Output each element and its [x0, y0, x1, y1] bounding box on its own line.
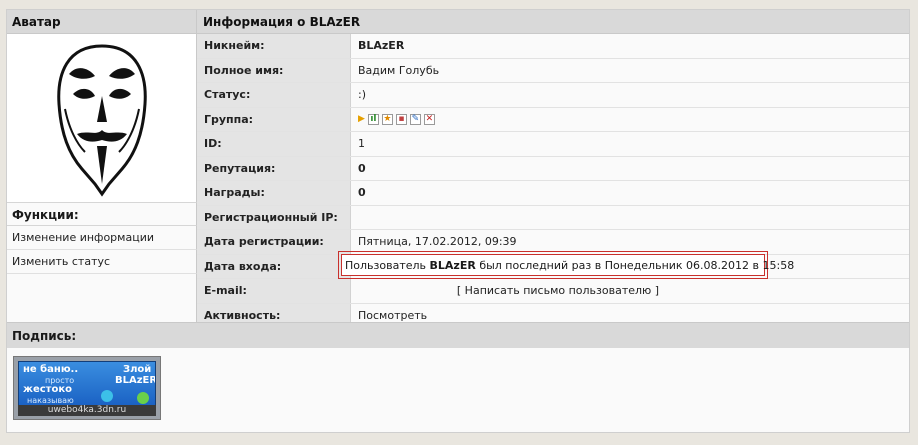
id-label: ID: [197, 132, 351, 156]
banner-line3: жестоко [23, 384, 72, 395]
guy-fawkes-mask-icon [57, 44, 147, 197]
signature-title: Подпись: [7, 322, 909, 348]
fullname-value: Вадим Голубь [351, 58, 909, 82]
status-label: Статус: [197, 83, 351, 107]
banner-right1: Злой [123, 364, 152, 375]
avatar [7, 34, 197, 202]
email-label: E-mail: [197, 279, 351, 303]
last-login-suffix: был последний раз в Понедельник 06.08.20… [479, 259, 795, 272]
globe-icon [101, 390, 113, 402]
group-doc-icon[interactable]: ▪ [395, 113, 407, 125]
last-login-highlight: Пользователь BLAzER был последний раз в … [338, 251, 794, 279]
banner-line1: не баню.. [23, 364, 79, 375]
reputation-label: Репутация: [197, 156, 351, 180]
row-email: E-mail: [ Написать письмо пользователю ] [197, 279, 909, 304]
awards-value: 0 [351, 181, 909, 205]
nickname-value: BLAzER [351, 34, 909, 58]
status-value: :) [351, 83, 909, 107]
group-label: Группа: [197, 107, 351, 131]
smiley-icon [137, 392, 149, 404]
row-id: ID: 1 [197, 132, 909, 157]
info-header: Информация о BLAzER [197, 10, 909, 34]
reg-ip-value [351, 205, 909, 229]
row-nickname: Никнейм: BLAzER [197, 34, 909, 59]
reg-date-value: Пятница, 17.02.2012, 09:39 [351, 230, 909, 254]
signature-banner: не баню.. просто жестоко наказываю Злой … [13, 356, 161, 420]
last-login-text: Пользователь BLAzER был последний раз в … [341, 254, 794, 276]
row-group: Группа: ▶ ıl ★ ▪ ✎ ✕ [197, 107, 909, 132]
row-fullname: Полное имя: Вадим Голубь [197, 58, 909, 83]
arrow-icon: ▶ [358, 114, 365, 125]
nickname-label: Никнейм: [197, 34, 351, 58]
group-star-icon[interactable]: ★ [381, 113, 393, 125]
last-login-prefix: Пользователь [345, 259, 427, 272]
login-date-label: Дата входа: [197, 254, 351, 278]
left-spacer [7, 274, 197, 322]
id-value: 1 [351, 132, 909, 156]
awards-label: Награды: [197, 181, 351, 205]
banner-footer: uwebo4ka.3dn.ru [18, 405, 156, 416]
reg-ip-label: Регистрационный IP: [197, 205, 351, 229]
banner-image: не баню.. просто жестоко наказываю Злой … [18, 361, 156, 406]
row-awards: Награды: 0 [197, 181, 909, 206]
banner-right2: BLAzER [115, 375, 156, 386]
avatar-header: Аватар [7, 10, 197, 34]
profile-panel: Аватар Информация о BLAzER Функции: Изме… [6, 9, 910, 433]
email-cell: [ Написать письмо пользователю ] [351, 279, 909, 303]
fullname-label: Полное имя: [197, 58, 351, 82]
reg-date-label: Дата регистрации: [197, 230, 351, 254]
last-login-username: BLAzER [429, 259, 476, 272]
group-edit-icon[interactable]: ✎ [409, 113, 421, 125]
group-value: ▶ ıl ★ ▪ ✎ ✕ [351, 107, 909, 131]
signature-body: не баню.. просто жестоко наказываю Злой … [7, 348, 909, 432]
change-status-link[interactable]: Изменить статус [7, 250, 197, 274]
row-status: Статус: :) [197, 83, 909, 108]
group-delete-icon[interactable]: ✕ [423, 113, 435, 125]
row-reg-ip: Регистрационный IP: [197, 205, 909, 230]
reputation-value: 0 [351, 156, 909, 180]
edit-info-link[interactable]: Изменение информации [7, 226, 197, 250]
row-reputation: Репутация: 0 [197, 156, 909, 181]
send-email-link[interactable]: [ Написать письмо пользователю ] [358, 279, 758, 303]
group-chart-icon[interactable]: ıl [367, 113, 379, 125]
functions-title: Функции: [7, 202, 197, 226]
